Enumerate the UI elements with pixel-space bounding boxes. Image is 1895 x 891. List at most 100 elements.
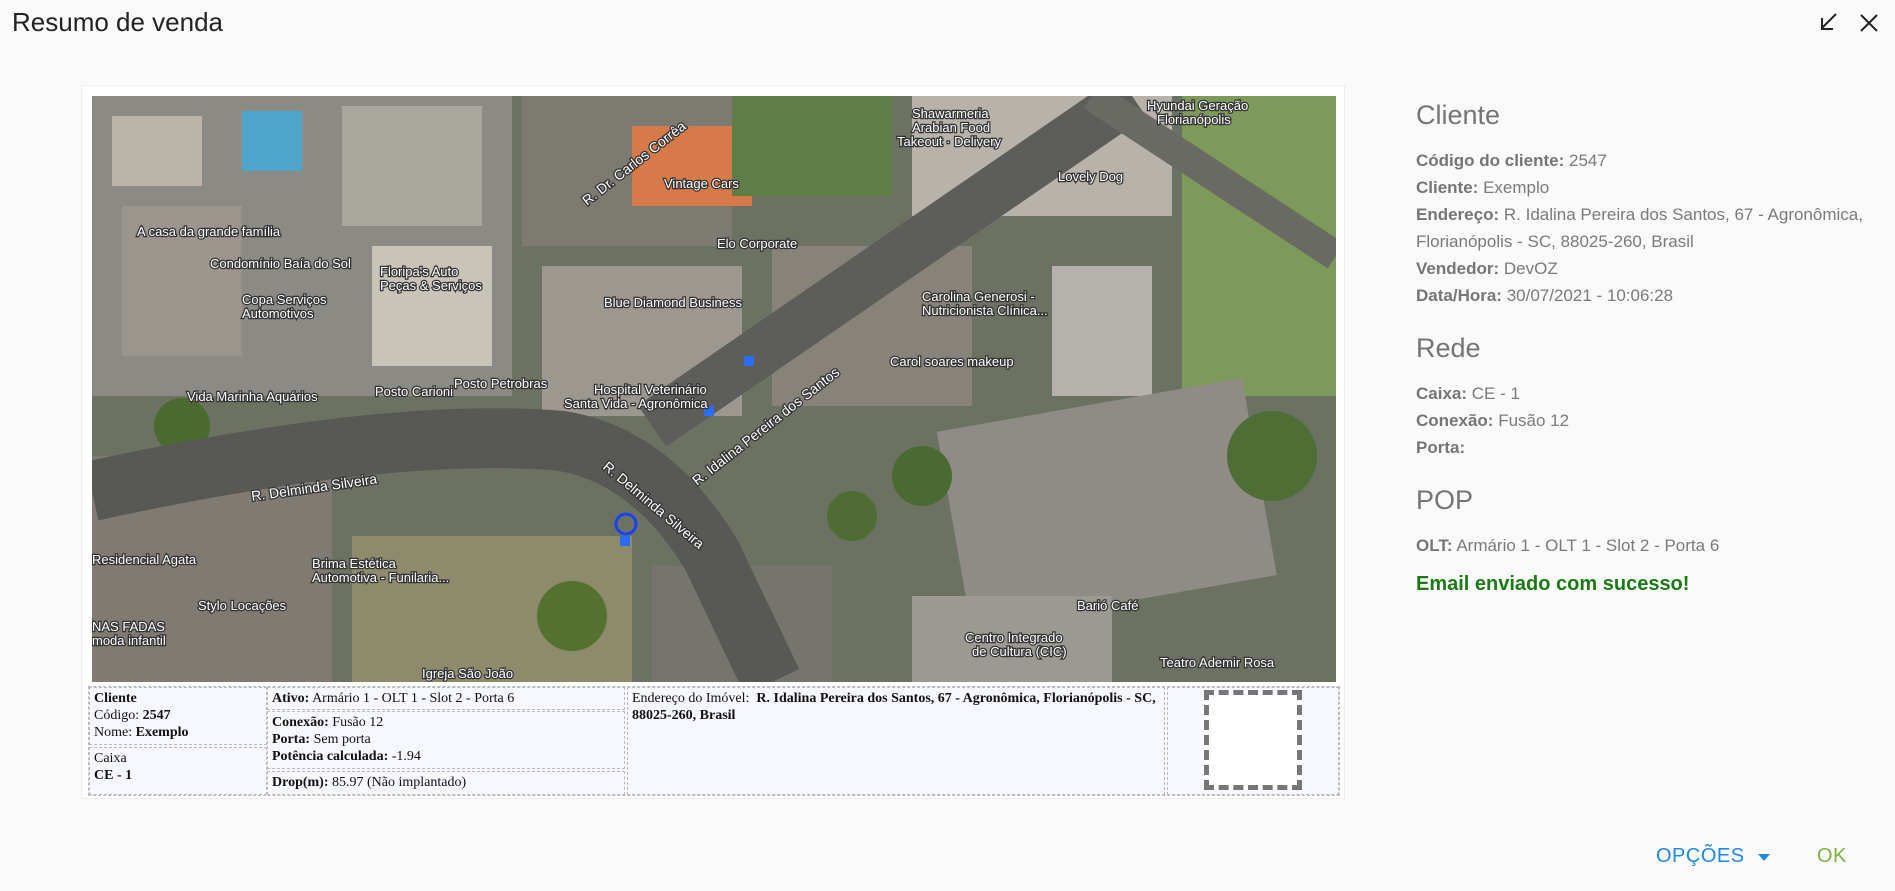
cliente-heading: Cliente [1416,100,1501,130]
window-title: Resumo de venda [12,7,224,37]
svg-text:Stylo Locações: Stylo Locações [198,598,287,613]
drop-label: Drop(m): [272,775,329,790]
endereco-label: Endereço: [1416,205,1500,224]
nome-value: Exemplo [135,725,189,740]
cliente-row: Cliente: Exemplo [1416,174,1886,201]
caixa-value: CE - 1 [94,768,133,783]
porta-row: Porta: [1416,434,1886,461]
conexao-value: Fusão 12 [1498,411,1570,430]
svg-text:Shawarmeria: Shawarmeria [912,106,989,121]
svg-text:Blue Diamond Business: Blue Diamond Business [604,295,743,310]
svg-text:Santa Vida - Agronômica: Santa Vida - Agronômica [564,396,708,411]
codigo-label: Código do cliente: [1416,151,1565,170]
svg-text:Lovely Dog: Lovely Dog [1058,169,1123,184]
svg-text:Vintage Cars: Vintage Cars [664,176,739,191]
caixa-title: Caixa [94,751,127,766]
vendedor-row: Vendedor: DevOZ [1416,255,1886,282]
svg-text:Residencial Agata: Residencial Agata [92,552,197,567]
svg-text:NAS FADAS: NAS FADAS [92,619,165,634]
options-button[interactable]: OPÇÕES [1656,845,1771,868]
signature-cell [1167,687,1339,795]
svg-text:Carolina Generosi -: Carolina Generosi - [922,289,1035,304]
title-bar: Resumo de venda [0,0,1895,48]
potencia-value: -1.94 [391,749,421,764]
svg-text:moda infantil: moda infantil [92,633,166,648]
svg-text:Condomínio Baía do Sol: Condomínio Baía do Sol [210,256,351,271]
svg-text:Florianópolis: Florianópolis [1157,112,1231,127]
codigo-value: 2547 [142,708,171,723]
cliente-title: Cliente [94,691,137,706]
caixa-row: Caixa: CE - 1 [1416,380,1886,407]
svg-text:Posto Petrobras: Posto Petrobras [454,376,548,391]
datahora-label: Data/Hora: [1416,286,1502,305]
arrow-diagonal-icon[interactable] [1816,10,1842,36]
svg-text:Copa Serviços: Copa Serviços [242,292,327,307]
success-message: Email enviado com sucesso! [1416,573,1690,595]
satellite-map[interactable]: Shawarmeria Arabian Food Takeout · Deliv… [92,96,1336,682]
porta-label: Porta: [1416,438,1466,457]
close-icon[interactable] [1856,10,1882,36]
conexao-row: Conexão: Fusão 12 [1416,407,1886,434]
pop-heading: POP [1416,485,1474,515]
signature-box [1204,690,1302,790]
endereco-cell: Endereço do Imóvel: R. Idalina Pereira d… [627,687,1165,795]
vendedor-value: DevOZ [1503,259,1558,278]
potencia-label: Potência calculada: [272,749,389,764]
svg-text:Hospital Veterinário: Hospital Veterinário [594,382,707,397]
ativo-cell: Ativo: Armário 1 - OLT 1 - Slot 2 - Port… [267,687,625,710]
svg-text:Floripa's Auto: Floripa's Auto [380,264,458,279]
olt-label: OLT: [1416,536,1453,555]
caret-down-icon [1757,845,1771,868]
info-table: Cliente Código: 2547 Nome: Exemplo Caixa… [88,686,1340,796]
options-label: OPÇÕES [1656,845,1745,867]
conexao-label: Conexão: [272,715,329,730]
svg-text:Elo Corporate: Elo Corporate [717,236,797,251]
print-sheet: Shawarmeria Arabian Food Takeout · Deliv… [82,86,1344,798]
vendedor-label: Vendedor: [1416,259,1500,278]
endereco-row: Endereço: R. Idalina Pereira dos Santos,… [1416,201,1886,255]
svg-text:Nutricionista Clínica...: Nutricionista Clínica... [922,303,1048,318]
codigo-label: Código: [94,708,140,723]
olt-value: Armário 1 - OLT 1 - Slot 2 - Porta 6 [1456,536,1720,555]
porta-label: Porta: [272,732,311,747]
caixa-cell: Caixa CE - 1 [89,747,267,795]
nome-label: Nome: [94,725,133,740]
cliente-cell: Cliente Código: 2547 Nome: Exemplo [89,687,267,745]
svg-text:Automotiva - Funilaria...: Automotiva - Funilaria... [312,570,449,585]
summary-panel: Cliente Código do cliente: 2547 Cliente:… [1416,100,1886,596]
ok-button[interactable]: OK [1817,845,1847,868]
conexao-value: Fusão 12 [332,715,384,730]
conexao-label: Conexão: [1416,411,1494,430]
drop-value: 85.97 (Não implantado) [332,775,467,790]
svg-text:Vida Marinha Aquários: Vida Marinha Aquários [187,389,318,404]
svg-text:Barió Café: Barió Café [1077,598,1138,613]
caixa-label: Caixa: [1416,384,1468,403]
svg-text:A casa da grande família: A casa da grande família [137,224,281,239]
svg-text:Posto Carioni: Posto Carioni [375,384,453,399]
datahora-value: 30/07/2021 - 10:06:28 [1506,286,1674,305]
olt-row: OLT: Armário 1 - OLT 1 - Slot 2 - Porta … [1416,532,1886,559]
conexao-cell: Conexão: Fusão 12 Porta: Sem porta Potên… [267,711,625,769]
svg-text:Centro Integrado: Centro Integrado [965,630,1063,645]
svg-text:Hyundai Geração: Hyundai Geração [1147,98,1248,113]
svg-text:Igreja São João: Igreja São João [422,666,513,681]
svg-text:Automotivos: Automotivos [242,306,314,321]
ativo-value: Armário 1 - OLT 1 - Slot 2 - Porta 6 [312,691,515,706]
cliente-label: Cliente: [1416,178,1479,197]
svg-text:Brima Estética: Brima Estética [312,556,397,571]
codigo-value: 2547 [1569,151,1607,170]
codigo-row: Código do cliente: 2547 [1416,147,1886,174]
svg-text:Takeout · Delivery: Takeout · Delivery [897,134,1002,149]
porta-value: Sem porta [313,732,371,747]
svg-text:Carol soares makeup: Carol soares makeup [890,354,1014,369]
svg-text:Arabian Food: Arabian Food [912,120,990,135]
caixa-value: CE - 1 [1471,384,1520,403]
cliente-value: Exemplo [1483,178,1550,197]
endereco-label: Endereço do Imóvel: [632,691,750,706]
rede-heading: Rede [1416,333,1481,363]
svg-text:Teatro Ademir Rosa: Teatro Ademir Rosa [1160,655,1275,670]
svg-text:Peças & Serviços: Peças & Serviços [380,278,482,293]
drop-cell: Drop(m): 85.97 (Não implantado) [267,771,625,795]
ativo-label: Ativo: [272,691,310,706]
datahora-row: Data/Hora: 30/07/2021 - 10:06:28 [1416,282,1886,309]
